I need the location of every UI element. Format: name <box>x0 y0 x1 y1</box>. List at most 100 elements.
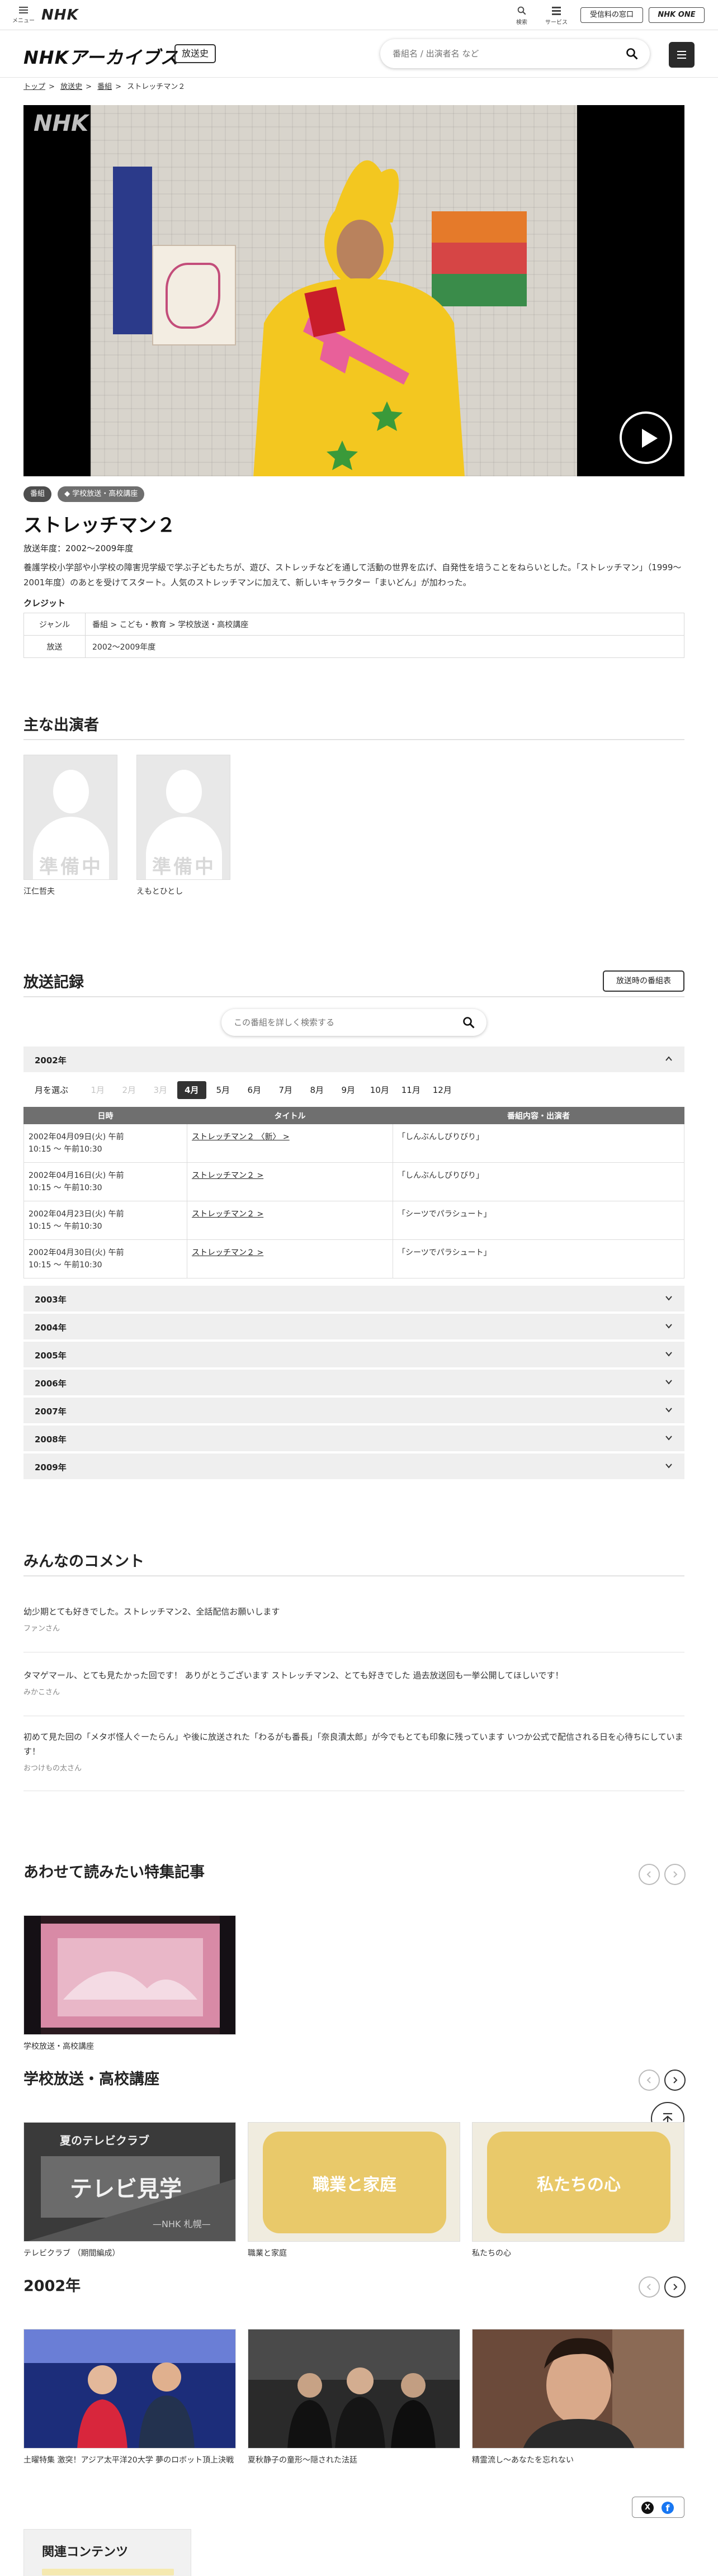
month-jul[interactable]: 7月 <box>271 1081 300 1099</box>
video-player[interactable]: NHK <box>23 105 684 476</box>
month-may[interactable]: 5月 <box>209 1081 238 1099</box>
search-icon[interactable] <box>625 47 639 60</box>
archives-logo[interactable]: NHKアーカイブス <box>23 44 178 69</box>
global-service-button[interactable]: サービス <box>542 4 570 26</box>
facebook-share-icon[interactable]: f <box>662 2502 674 2514</box>
school-next-button[interactable] <box>664 2070 686 2091</box>
record-title-link[interactable]: ストレッチマン２ > <box>192 1171 263 1180</box>
related-item-placeholder <box>42 2569 174 2575</box>
column-header-datetime: 日時 <box>23 1107 187 1124</box>
year-accordion-2009[interactable]: 2009年 <box>23 1453 684 1479</box>
year-caption: 夏秋静子の童形～隠された法廷 <box>248 2456 357 2465</box>
page-title: ストレッチマン２ <box>23 514 176 537</box>
comment-author: おつけもの太さん <box>23 1764 82 1773</box>
cast-card[interactable]: 準備中 えもとひとし <box>136 755 230 897</box>
school-prev-button[interactable] <box>639 2070 660 2091</box>
year-prev-button[interactable] <box>639 2276 660 2298</box>
year-accordion-2003[interactable]: 2003年 <box>23 1286 684 1311</box>
global-menu-button[interactable]: メニュー <box>12 5 35 24</box>
school-caption: 私たちの心 <box>472 2249 511 2258</box>
features-next-button[interactable] <box>664 1864 686 1885</box>
hamburger-menu-button[interactable] <box>669 42 695 68</box>
year-caption: 土曜特集 激突！アジア太平洋20大学 夢のロボット頂上決戦 <box>23 2456 234 2465</box>
breadcrumb-top[interactable]: トップ <box>23 83 45 91</box>
tag-school-broadcast[interactable]: ◆ 学校放送・高校講座 <box>58 486 145 502</box>
comment-item: 初めて見た回の「メタボ怪人ぐーたらん」や後に放送された「わるがも番長」「奈良漬太… <box>23 1730 684 1791</box>
global-menu-label: メニュー <box>12 18 35 24</box>
table-row: 2002年04月09日(火) 午前 10:15 ～ 午前10:30 ストレッチマン… <box>23 1124 684 1163</box>
tag-icon: ◆ <box>64 490 73 498</box>
year-accordion-2005[interactable]: 2005年 <box>23 1342 684 1367</box>
nhk-one-button[interactable]: NHK ONE <box>649 7 705 23</box>
year-thumbnail <box>472 2329 684 2449</box>
month-dec[interactable]: 12月 <box>428 1081 457 1099</box>
nhk-logo[interactable]: NHK <box>41 7 79 23</box>
chevron-down-icon <box>665 1436 672 1441</box>
chevron-down-icon <box>665 1380 672 1385</box>
year-next-button[interactable] <box>664 2276 686 2298</box>
header-search-input[interactable] <box>393 47 605 60</box>
month-apr[interactable]: 4月 <box>177 1081 206 1099</box>
x-share-icon[interactable]: X <box>641 2502 654 2514</box>
cast-photo-placeholder: 準備中 <box>136 755 230 880</box>
record-title-link[interactable]: ストレッチマン２ 〈新〉 > <box>192 1133 290 1142</box>
year-accordion-2006[interactable]: 2006年 <box>23 1370 684 1395</box>
record-time: 10:15 ～ 午前10:30 <box>29 1145 102 1154</box>
chevron-right-icon <box>673 2284 678 2290</box>
breadcrumb-history[interactable]: 放送史 <box>60 83 82 91</box>
cast-card[interactable]: 準備中 江仁哲夫 <box>23 755 117 897</box>
comment-text: タマゲマール、とても見たかった回です！ ありがとうございます ストレッチマン2、… <box>23 1670 564 1680</box>
feature-card[interactable]: 学校放送・高校講座 <box>23 1915 236 2053</box>
features-section-heading: あわせて読みたい特集記事 <box>23 1859 684 1886</box>
breadcrumb-programs[interactable]: 番組 <box>97 83 112 91</box>
record-title-link[interactable]: ストレッチマン２ > <box>192 1210 263 1219</box>
table-row: 2002年04月23日(火) 午前 10:15 ～ 午前10:30 ストレッチマン… <box>23 1201 684 1240</box>
grid-icon <box>552 7 561 15</box>
record-time: 10:15 ～ 午前10:30 <box>29 1222 102 1231</box>
year-label: 2005年 <box>35 1351 67 1361</box>
play-button[interactable] <box>620 411 672 464</box>
program-tags: 番組 ◆ 学校放送・高校講座 <box>23 486 148 502</box>
record-title-cell: ストレッチマン２ 〈新〉 > <box>187 1124 393 1163</box>
year-card[interactable]: 土曜特集 激突！アジア太平洋20大学 夢のロボット頂上決戦 <box>23 2329 236 2466</box>
year-card[interactable]: 夏秋静子の童形～隠された法廷 <box>248 2329 460 2466</box>
year-label: 2006年 <box>35 1379 67 1389</box>
breadcrumb-current: ストレッチマン２ <box>127 83 186 91</box>
year-accordion-2007[interactable]: 2007年 <box>23 1398 684 1423</box>
tag-school-broadcast-label: 学校放送・高校講座 <box>72 490 138 498</box>
chevron-up-icon <box>665 1056 672 1061</box>
year-label: 2002年 <box>35 1055 67 1066</box>
feature-thumbnail <box>23 1915 236 2035</box>
year-accordion-open[interactable]: 2002年 <box>23 1046 684 1072</box>
year-accordion-2008[interactable]: 2008年 <box>23 1426 684 1451</box>
month-oct[interactable]: 10月 <box>365 1081 394 1099</box>
year-card[interactable]: 精霊流し～あなたを忘れない <box>472 2329 684 2466</box>
section-badge[interactable]: 放送史 <box>174 44 216 63</box>
year-heading: 2002年 <box>23 2277 81 2295</box>
placeholder-text: 準備中 <box>152 856 216 878</box>
cast-name: えもとひとし <box>136 887 183 896</box>
month-sep[interactable]: 9月 <box>334 1081 363 1099</box>
reception-button[interactable]: 受信料の窓口 <box>580 7 643 23</box>
month-jun[interactable]: 6月 <box>240 1081 269 1099</box>
features-prev-button[interactable] <box>639 1864 660 1885</box>
record-time: 10:15 ～ 午前10:30 <box>29 1183 102 1192</box>
year-label: 2008年 <box>35 1434 67 1445</box>
at-broadcast-schedule-button[interactable]: 放送時の番組表 <box>603 970 684 992</box>
record-title-link[interactable]: ストレッチマン２ > <box>192 1248 263 1257</box>
info-key: 放送 <box>23 635 86 658</box>
global-search-button[interactable]: 検索 <box>508 4 536 26</box>
school-card[interactable]: 職業と家庭 職業と家庭 <box>248 2122 460 2260</box>
table-header-row: 日時 タイトル 番組内容・出演者 <box>23 1107 684 1124</box>
school-card[interactable]: 夏のテレビクラブ テレビ見学 —NHK 札幌— テレビクラブ （期間編成） <box>23 2122 236 2260</box>
info-value: 2002〜2009年度 <box>85 635 684 658</box>
tag-program[interactable]: 番組 <box>23 486 52 502</box>
search-icon[interactable] <box>462 1016 475 1029</box>
year-thumbnail <box>23 2329 236 2449</box>
year-accordion-2004[interactable]: 2004年 <box>23 1314 684 1339</box>
records-search-input[interactable] <box>234 1016 446 1029</box>
month-aug[interactable]: 8月 <box>303 1081 332 1099</box>
school-card[interactable]: 私たちの心 私たちの心 <box>472 2122 684 2260</box>
month-nov[interactable]: 11月 <box>396 1081 426 1099</box>
record-date: 2002年04月16日(火) 午前 <box>29 1171 124 1180</box>
